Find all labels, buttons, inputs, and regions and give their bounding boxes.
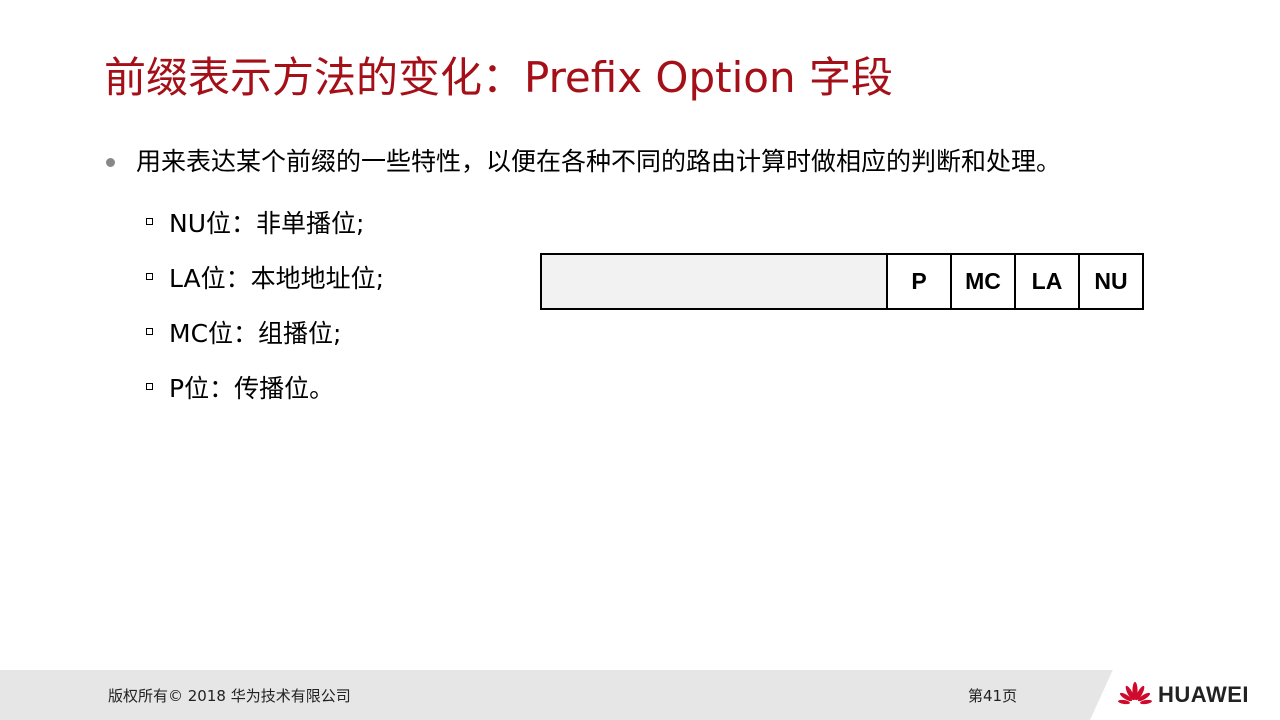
table-cell-mc: MC — [950, 253, 1016, 310]
square-bullet-icon — [146, 328, 153, 335]
table-row: P MC LA NU — [540, 253, 1144, 310]
sub-bullet-text: P位：传播位。 — [169, 373, 335, 403]
sub-bullet-item: MC位：组播位; — [146, 304, 384, 359]
page-number: 第41页 — [968, 687, 1018, 705]
huawei-flower-icon — [1118, 682, 1152, 705]
copyright-text: 版权所有© 2018 华为技术有限公司 — [108, 687, 351, 705]
sub-bullet-item: LA位：本地地址位; — [146, 249, 384, 304]
table-cell-blank — [540, 253, 888, 310]
square-bullet-icon — [146, 383, 153, 390]
main-bullet: 用来表达某个前缀的一些特性，以便在各种不同的路由计算时做相应的判断和处理。 — [106, 140, 1256, 184]
table-cell-p: P — [886, 253, 952, 310]
slide-title: 前缀表示方法的变化：Prefix Option 字段 — [104, 53, 893, 102]
huawei-logo-text: HUAWEI — [1158, 682, 1249, 707]
square-bullet-icon — [146, 273, 153, 280]
table-cell-la: LA — [1014, 253, 1080, 310]
bullet-dot-icon — [106, 157, 115, 167]
sub-bullet-item: NU位：非单播位; — [146, 194, 384, 249]
sub-bullet-text: LA位：本地地址位; — [169, 263, 385, 293]
huawei-logo: HUAWEI — [1118, 682, 1249, 708]
main-bullet-text: 用来表达某个前缀的一些特性，以便在各种不同的路由计算时做相应的判断和处理。 — [136, 147, 1062, 176]
square-bullet-icon — [146, 218, 153, 225]
footer-bar: 版权所有© 2018 华为技术有限公司 第41页 HUAWEI — [0, 670, 1280, 720]
sub-bullet-text: MC位：组播位; — [169, 318, 342, 348]
sub-bullet-item: P位：传播位。 — [146, 359, 384, 414]
table-cell-nu: NU — [1078, 253, 1144, 310]
sub-bullet-list: NU位：非单播位; LA位：本地地址位; MC位：组播位; P位：传播位。 — [146, 194, 384, 414]
sub-bullet-text: NU位：非单播位; — [169, 208, 365, 238]
prefix-option-field-table: P MC LA NU — [540, 253, 1144, 310]
